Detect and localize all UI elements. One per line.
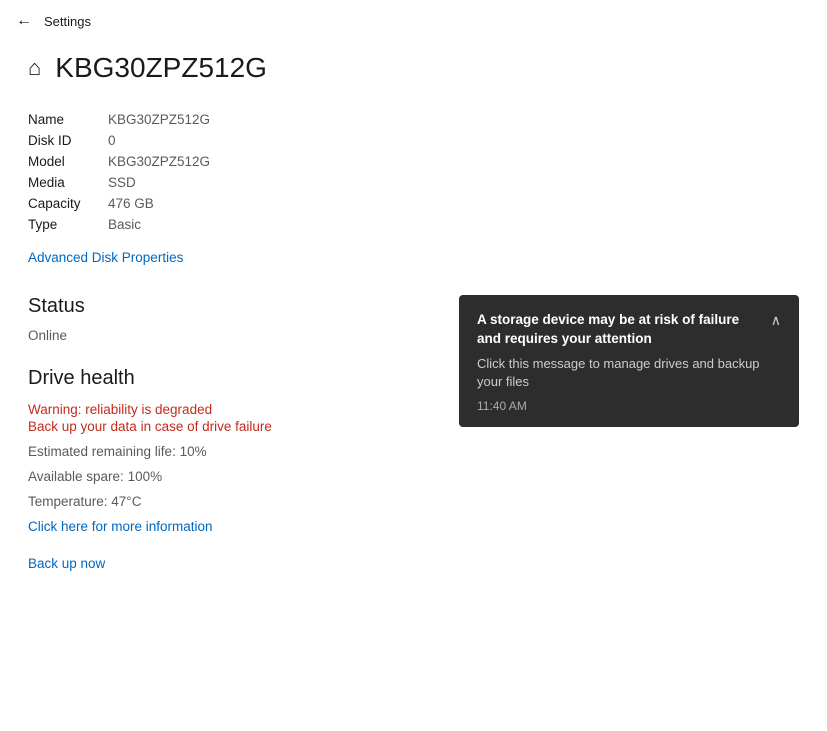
label-capacity: Capacity <box>28 196 108 211</box>
toast-title: A storage device may be at risk of failu… <box>477 311 761 349</box>
value-name: KBG30ZPZ512G <box>108 112 210 127</box>
info-row-type: Type Basic <box>28 217 799 232</box>
notification-toast[interactable]: A storage device may be at risk of failu… <box>459 295 799 427</box>
label-name: Name <box>28 112 108 127</box>
temperature: Temperature: 47°C <box>28 494 799 509</box>
more-information-link[interactable]: Click here for more information <box>28 519 213 534</box>
value-capacity: 476 GB <box>108 196 154 211</box>
label-model: Model <box>28 154 108 169</box>
back-button[interactable]: ← <box>16 12 32 30</box>
label-diskid: Disk ID <box>28 133 108 148</box>
info-row-diskid: Disk ID 0 <box>28 133 799 148</box>
advanced-disk-properties-link[interactable]: Advanced Disk Properties <box>28 250 183 265</box>
toast-close-button[interactable]: ∧ <box>771 312 781 329</box>
value-diskid: 0 <box>108 133 116 148</box>
page-header: ⌂ KBG30ZPZ512G <box>28 52 799 84</box>
info-row-media: Media SSD <box>28 175 799 190</box>
label-media: Media <box>28 175 108 190</box>
available-spare: Available spare: 100% <box>28 469 799 484</box>
disk-info-table: Name KBG30ZPZ512G Disk ID 0 Model KBG30Z… <box>28 112 799 232</box>
info-row-name: Name KBG30ZPZ512G <box>28 112 799 127</box>
title-bar: ← Settings <box>0 0 827 42</box>
label-type: Type <box>28 217 108 232</box>
info-row-model: Model KBG30ZPZ512G <box>28 154 799 169</box>
toast-time: 11:40 AM <box>477 399 781 413</box>
home-icon: ⌂ <box>28 55 41 81</box>
value-type: Basic <box>108 217 141 232</box>
settings-label: Settings <box>44 14 91 29</box>
value-media: SSD <box>108 175 136 190</box>
toast-header: A storage device may be at risk of failu… <box>477 311 781 349</box>
backup-now-link[interactable]: Back up now <box>28 556 105 571</box>
toast-body: Click this message to manage drives and … <box>477 355 781 391</box>
page-title: KBG30ZPZ512G <box>55 52 267 84</box>
info-row-capacity: Capacity 476 GB <box>28 196 799 211</box>
value-model: KBG30ZPZ512G <box>108 154 210 169</box>
remaining-life: Estimated remaining life: 10% <box>28 444 799 459</box>
